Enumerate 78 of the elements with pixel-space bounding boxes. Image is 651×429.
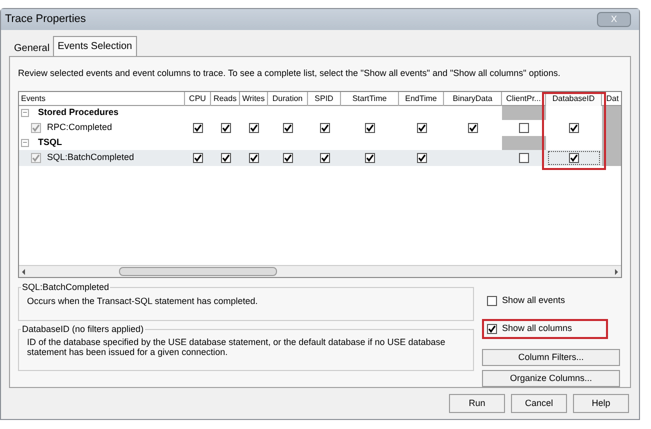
column-header[interactable]: Duration: [268, 92, 308, 106]
checkbox[interactable]: [283, 152, 293, 162]
check-icon: [250, 154, 258, 162]
group-label: TSQL: [38, 136, 62, 149]
dialog-button[interactable]: Cancel: [511, 394, 567, 413]
checkbox[interactable]: [220, 122, 230, 132]
collapse-toggle[interactable]: −: [21, 138, 29, 146]
event-row[interactable]: RPC:Completed: [19, 120, 621, 136]
column-header[interactable]: Writes: [240, 92, 268, 106]
check-icon: [418, 124, 426, 132]
column-header[interactable]: StartTime: [341, 92, 399, 106]
checkbox[interactable]: [519, 122, 529, 132]
event-name: RPC:Completed: [47, 120, 112, 134]
checkbox[interactable]: [220, 152, 230, 162]
checkbox[interactable]: [487, 296, 497, 306]
description-text: Occurs when the Transact-SQL statement has completed.: [27, 294, 259, 308]
instructions-text: Review selected events and event columns to trace. To see a complete list, select the "Show all events" and "Show all columns" options.: [18, 67, 562, 80]
scroll-left-icon[interactable]: [22, 268, 25, 274]
checkbox[interactable]: [416, 152, 426, 162]
checkbox[interactable]: [31, 122, 41, 132]
group-label: Stored Procedures: [38, 106, 119, 119]
check-icon: [320, 154, 328, 162]
check-icon: [222, 154, 230, 162]
checkbox[interactable]: [569, 122, 579, 132]
dialog-button[interactable]: Help: [573, 394, 629, 413]
checkbox[interactable]: [519, 152, 529, 162]
check-icon: [320, 124, 328, 132]
checkbox[interactable]: [468, 122, 478, 132]
check-icon: [32, 154, 40, 162]
checkbox[interactable]: [193, 152, 203, 162]
checkbox[interactable]: [487, 324, 497, 334]
checkbox[interactable]: [569, 152, 579, 162]
checkbox[interactable]: [283, 122, 293, 132]
scrollbar-thumb[interactable]: [119, 267, 277, 276]
check-icon: [194, 154, 202, 162]
check-icon: [570, 124, 578, 132]
window-title: Trace Properties: [4, 12, 86, 28]
checkbox[interactable]: [320, 152, 330, 162]
checkbox[interactable]: [365, 122, 375, 132]
check-icon: [366, 124, 374, 132]
check-icon: [284, 124, 292, 132]
check-icon: [570, 154, 578, 162]
check-icon: [469, 124, 477, 132]
option-checkbox[interactable]: Show all events: [482, 291, 608, 311]
checkbox[interactable]: [416, 122, 426, 132]
dialog-button[interactable]: Run: [449, 394, 505, 413]
checkbox[interactable]: [249, 122, 259, 132]
column-header[interactable]: Reads: [211, 92, 240, 106]
checkbox[interactable]: [31, 152, 41, 162]
checkbox[interactable]: [365, 152, 375, 162]
column-header[interactable]: BinaryData: [444, 92, 502, 106]
check-icon: [222, 124, 230, 132]
description-text: ID of the database specified by the USE database statement, or the default database if no USE database statement has been issued for a given connection.: [27, 336, 446, 356]
column-header[interactable]: EndTime: [399, 92, 444, 106]
check-icon: [366, 154, 374, 162]
column-header[interactable]: CPU: [185, 92, 211, 106]
event-name: SQL:BatchCompleted: [47, 150, 134, 164]
event-row[interactable]: SQL:BatchCompleted: [19, 150, 621, 166]
side-button[interactable]: Organize Columns...: [482, 370, 620, 387]
check-icon: [194, 124, 202, 132]
column-header[interactable]: SPID: [308, 92, 341, 106]
group-title: DatabaseID (no filters applied): [21, 323, 145, 336]
checkbox[interactable]: [193, 122, 203, 132]
scroll-right-icon[interactable]: [615, 268, 618, 274]
check-icon: [250, 124, 258, 132]
check-icon: [418, 154, 426, 162]
tab[interactable]: Events Selection: [52, 36, 138, 56]
checkbox[interactable]: [320, 122, 330, 132]
check-icon: [32, 124, 40, 132]
group-title: SQL:BatchCompleted: [21, 281, 110, 294]
column-header[interactable]: Events: [19, 92, 185, 106]
collapse-toggle[interactable]: −: [21, 108, 29, 116]
checkbox[interactable]: [249, 152, 259, 162]
side-button[interactable]: Column Filters...: [482, 349, 620, 366]
check-icon: [488, 325, 496, 333]
option-checkbox[interactable]: Show all columns: [482, 319, 608, 339]
horizontal-scrollbar[interactable]: [19, 265, 621, 277]
check-icon: [284, 154, 292, 162]
